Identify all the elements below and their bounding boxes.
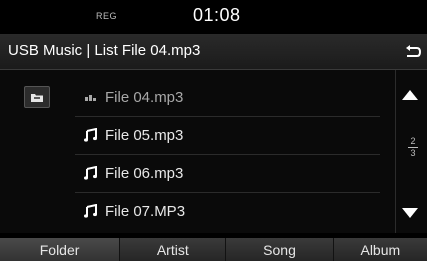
list-item-label: File 07.MP3 xyxy=(105,202,186,220)
page-title: USB Music | List File 04.mp3 xyxy=(8,42,201,59)
list-item-file-06[interactable]: File 06.mp3 xyxy=(75,154,380,193)
clock: 01:08 xyxy=(193,5,241,25)
list-item-label: File 06.mp3 xyxy=(105,164,184,182)
title-bar: USB Music | List File 04.mp3 xyxy=(0,34,427,70)
page-total: 3 xyxy=(410,148,416,158)
back-return-icon xyxy=(405,44,421,57)
list-item-file-04[interactable]: File 04.mp3 xyxy=(75,78,380,117)
music-note-icon xyxy=(80,163,102,183)
scroll-up-arrow-icon[interactable] xyxy=(402,90,418,100)
tab-folder[interactable]: Folder xyxy=(0,238,121,261)
scroll-down-arrow-icon[interactable] xyxy=(402,208,418,218)
list-item-file-05[interactable]: File 05.mp3 xyxy=(75,116,380,155)
list-item-label: File 04.mp3 xyxy=(105,88,184,106)
back-button[interactable] xyxy=(396,38,427,65)
scrollbar[interactable]: 2 3 xyxy=(395,70,427,233)
list-item-file-07[interactable]: File 07.MP3 xyxy=(75,192,380,230)
music-note-icon xyxy=(80,201,102,221)
list-item-label: File 05.mp3 xyxy=(105,126,184,144)
folder-up-button[interactable] xyxy=(24,86,50,108)
reg-indicator: REG xyxy=(96,11,118,21)
tab-artist[interactable]: Artist xyxy=(120,238,227,261)
folder-icon xyxy=(31,93,43,102)
tab-album[interactable]: Album xyxy=(334,238,427,261)
music-note-icon xyxy=(80,125,102,145)
file-list: File 04.mp3 File 05.mp3 File 06.mp3 File… xyxy=(0,70,427,233)
status-bar: REG 01:08 xyxy=(0,0,427,34)
playing-bars-icon xyxy=(80,87,102,107)
page-indicator: 2 3 xyxy=(408,137,418,158)
category-tabs: Folder Artist Song Album xyxy=(0,238,427,261)
page-current: 2 xyxy=(410,136,416,146)
tab-song[interactable]: Song xyxy=(226,238,334,261)
